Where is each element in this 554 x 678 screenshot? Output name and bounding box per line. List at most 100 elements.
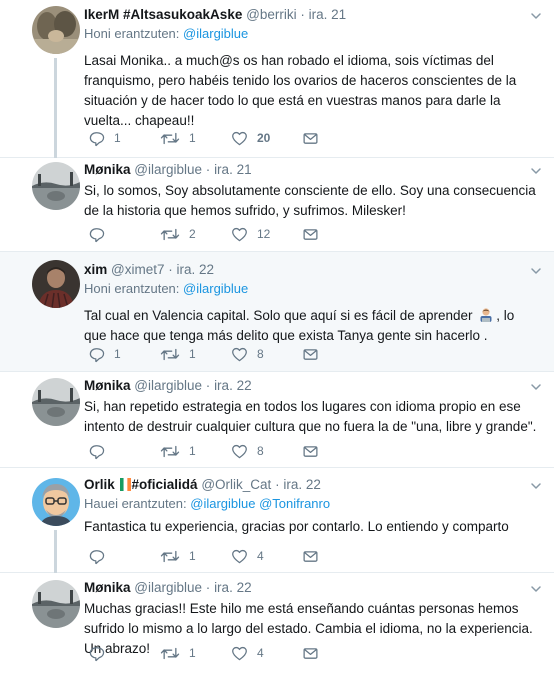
- like-button[interactable]: 4: [231, 547, 264, 565]
- display-name-part: #oficialidá: [131, 477, 198, 492]
- avatar[interactable]: [32, 378, 80, 426]
- direct-message-button[interactable]: [302, 225, 319, 243]
- heart-icon: [231, 645, 248, 662]
- user-handle[interactable]: @ximet7: [111, 262, 164, 277]
- retweet-button[interactable]: 1: [160, 345, 196, 363]
- tweet-content: xim @ximet7 · ira. 22 Honi erantzuten: @…: [84, 261, 540, 346]
- retweet-button[interactable]: 1: [160, 547, 196, 565]
- heart-icon: [231, 443, 248, 460]
- reply-button[interactable]: [88, 225, 105, 243]
- user-handle[interactable]: @Orlik_Cat: [201, 477, 271, 492]
- heart-icon: [231, 548, 248, 565]
- direct-message-button[interactable]: [302, 644, 319, 662]
- tweet[interactable]: Mønika @ilargiblue · ira. 22 Si, han rep…: [0, 372, 554, 468]
- ireland-flag-emoji: [119, 478, 131, 491]
- like-button[interactable]: 20: [231, 129, 270, 147]
- user-handle[interactable]: @ilargiblue: [134, 378, 202, 393]
- envelope-icon: [302, 443, 319, 460]
- retweet-button[interactable]: 1: [160, 644, 196, 662]
- user-handle[interactable]: @ilargiblue: [134, 580, 202, 595]
- direct-message-button[interactable]: [302, 547, 319, 565]
- reply-button[interactable]: [88, 547, 105, 565]
- retweet-button[interactable]: 1: [160, 129, 196, 147]
- retweet-count: 1: [189, 646, 196, 660]
- reply-label: Honi erantzuten:: [84, 281, 180, 296]
- envelope-icon: [302, 226, 319, 243]
- timestamp[interactable]: ira. 21: [309, 7, 347, 22]
- heart-icon: [231, 130, 248, 147]
- chevron-down-icon[interactable]: [530, 165, 542, 177]
- like-button[interactable]: 8: [231, 442, 264, 460]
- avatar[interactable]: [32, 580, 80, 628]
- envelope-icon: [302, 548, 319, 565]
- retweet-icon: [160, 645, 180, 662]
- tweet[interactable]: Mønika @ilargiblue · ira. 22 Muchas grac…: [0, 573, 554, 678]
- timestamp[interactable]: ira. 22: [283, 477, 321, 492]
- retweet-icon: [160, 346, 180, 363]
- retweet-icon: [160, 226, 180, 243]
- display-name[interactable]: IkerM #AltsasukoakAske: [84, 7, 242, 22]
- tweet-content: Mønika @ilargiblue · ira. 22 Si, han rep…: [84, 377, 540, 437]
- display-name[interactable]: xim: [84, 262, 107, 277]
- chevron-down-icon[interactable]: [530, 583, 542, 595]
- user-handle[interactable]: @ilargiblue: [134, 162, 202, 177]
- chevron-down-icon[interactable]: [530, 10, 542, 22]
- timestamp[interactable]: ira. 22: [214, 378, 252, 393]
- envelope-icon: [302, 645, 319, 662]
- retweet-count: 1: [189, 444, 196, 458]
- direct-message-button[interactable]: [302, 345, 319, 363]
- envelope-icon: [302, 130, 319, 147]
- timestamp[interactable]: ira. 21: [214, 162, 252, 177]
- like-button[interactable]: 4: [231, 644, 264, 662]
- timestamp[interactable]: ira. 22: [177, 262, 215, 277]
- heart-icon: [231, 226, 248, 243]
- display-name[interactable]: Orlik #oficialidá: [84, 477, 198, 492]
- display-name[interactable]: Mønika: [84, 580, 131, 595]
- separator: ·: [300, 7, 305, 22]
- tweet[interactable]: IkerM #AltsasukoakAske @berriki · ira. 2…: [0, 0, 554, 158]
- display-name[interactable]: Mønika: [84, 378, 131, 393]
- reply-button[interactable]: [88, 644, 105, 662]
- direct-message-button[interactable]: [302, 442, 319, 460]
- separator: ·: [275, 477, 280, 492]
- like-button[interactable]: 12: [231, 225, 270, 243]
- tweet[interactable]: Orlik #oficialidá @Orlik_Cat · ira. 22 H…: [0, 468, 554, 573]
- like-button[interactable]: 8: [231, 345, 264, 363]
- reply-mention[interactable]: @ilargiblue @Tonifranro: [190, 496, 330, 511]
- tweet-content: IkerM #AltsasukoakAske @berriki · ira. 2…: [84, 6, 540, 131]
- chevron-down-icon[interactable]: [530, 265, 542, 277]
- chevron-down-icon[interactable]: [530, 381, 542, 393]
- retweet-count: 1: [189, 347, 196, 361]
- man-technologist-emoji: [480, 308, 492, 322]
- tweet-header: IkerM #AltsasukoakAske @berriki · ira. 2…: [84, 6, 540, 24]
- retweet-button[interactable]: 2: [160, 225, 196, 243]
- timestamp[interactable]: ira. 22: [214, 580, 252, 595]
- chevron-down-icon[interactable]: [530, 480, 542, 492]
- reply-mention[interactable]: @ilargiblue: [183, 26, 248, 41]
- avatar[interactable]: [32, 478, 80, 526]
- reply-button[interactable]: [88, 442, 105, 460]
- tweet[interactable]: xim @ximet7 · ira. 22 Honi erantzuten: @…: [0, 252, 554, 372]
- display-name[interactable]: Mønika: [84, 162, 131, 177]
- avatar[interactable]: [32, 162, 80, 210]
- separator: ·: [168, 262, 173, 277]
- retweet-icon: [160, 443, 180, 460]
- tweet-text: Lasai Monika.. a much@s os han robado el…: [84, 53, 517, 128]
- reply-mention[interactable]: @ilargiblue: [183, 281, 248, 296]
- reply-label: Hauei erantzuten:: [84, 496, 187, 511]
- reply-context: Honi erantzuten: @ilargiblue: [84, 25, 540, 43]
- retweet-icon: [160, 130, 180, 147]
- tweet[interactable]: Mønika @ilargiblue · ira. 21 Si, lo somo…: [0, 158, 554, 252]
- avatar[interactable]: [32, 260, 80, 308]
- reply-button[interactable]: 1: [88, 345, 121, 363]
- like-count: 8: [257, 444, 264, 458]
- retweet-button[interactable]: 1: [160, 442, 196, 460]
- avatar[interactable]: [32, 6, 80, 54]
- reply-button[interactable]: 1: [88, 129, 121, 147]
- tweet-text: Fantastica tu experiencia, gracias por c…: [84, 519, 509, 534]
- separator: ·: [205, 162, 211, 177]
- direct-message-button[interactable]: [302, 129, 319, 147]
- thread-line: [54, 58, 57, 158]
- like-count: 12: [257, 227, 271, 241]
- user-handle[interactable]: @berriki: [246, 7, 296, 22]
